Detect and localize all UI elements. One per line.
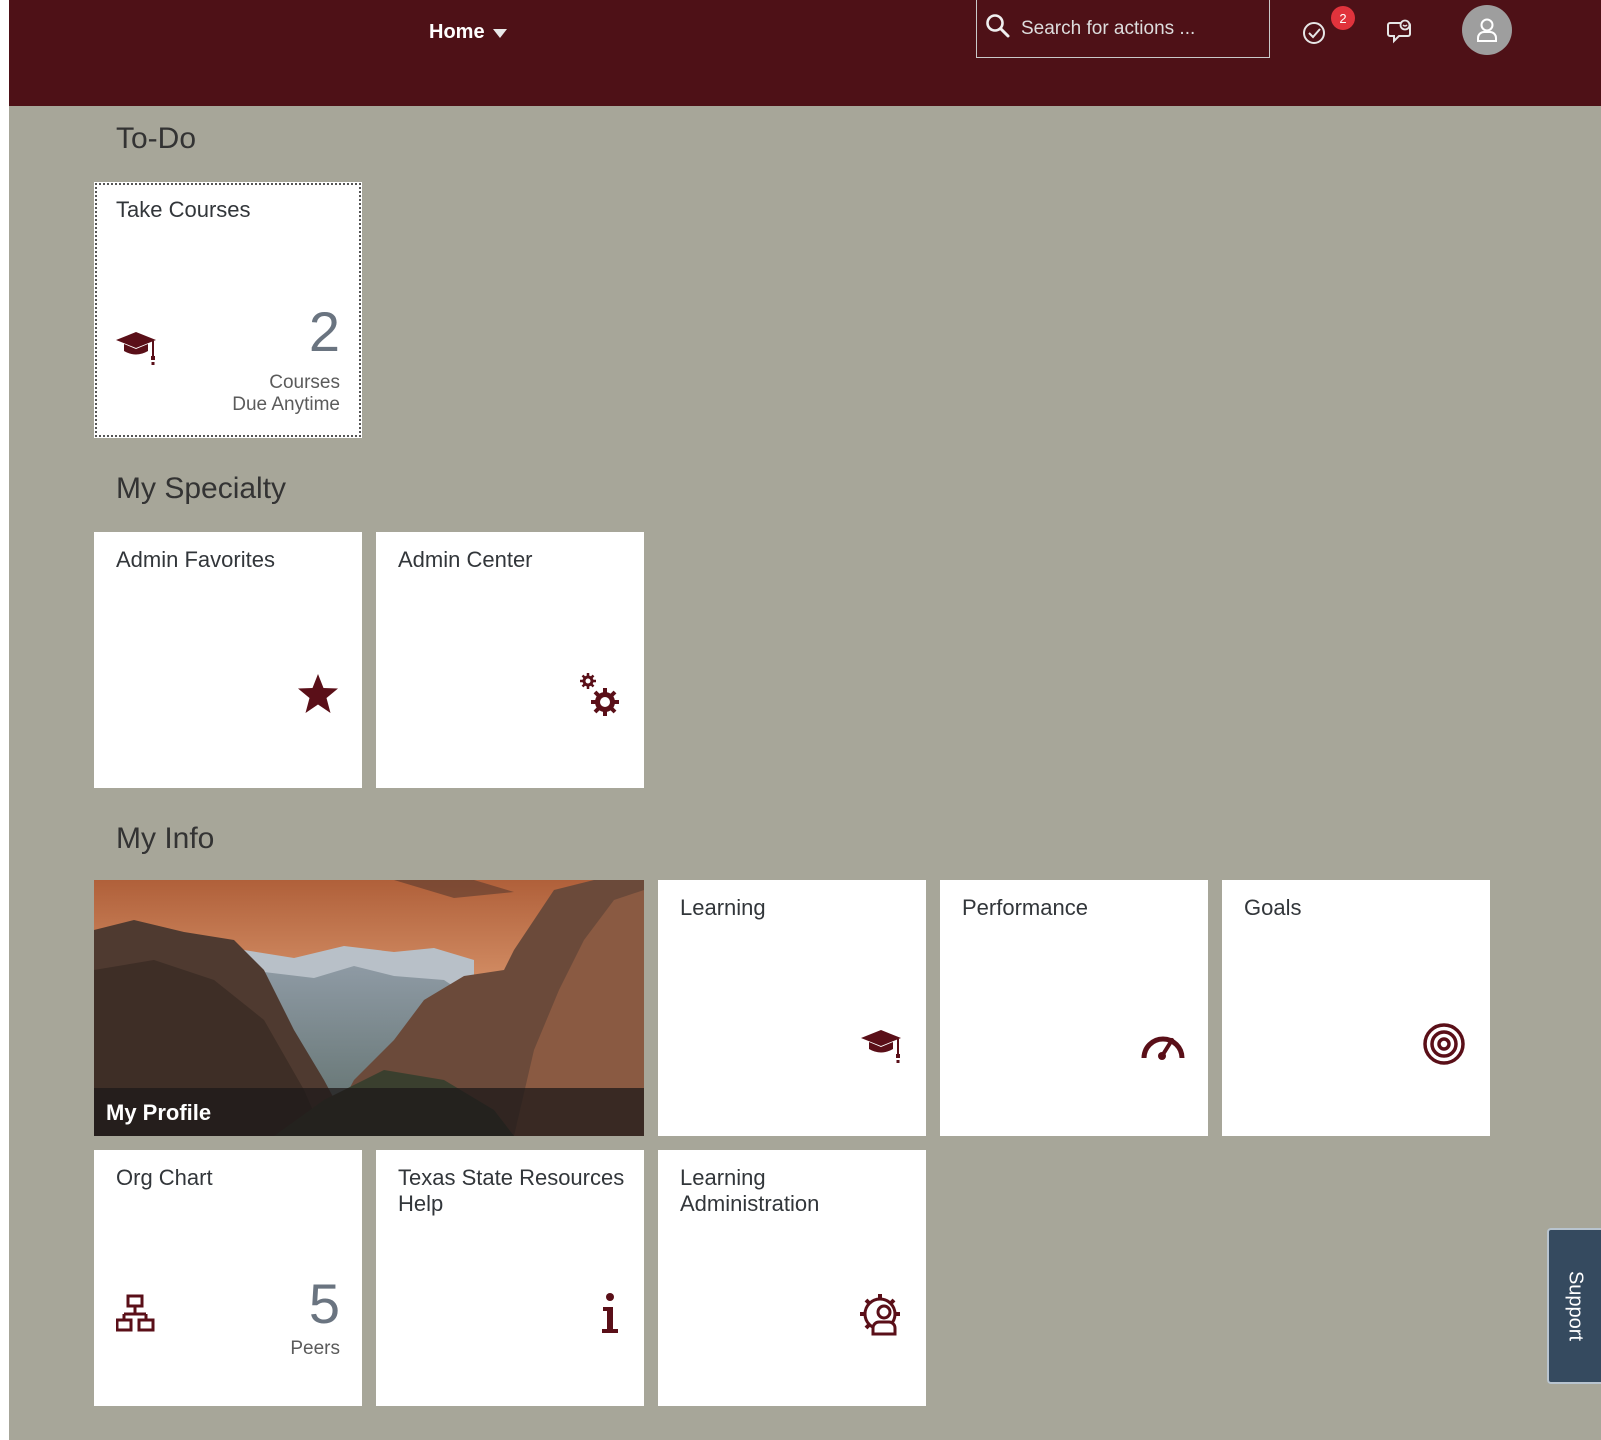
tile-admin-center[interactable]: Admin Center [376,532,644,788]
tile-title: Learning Administration [680,1165,820,1216]
gear-person-icon [858,1292,904,1343]
notifications-button[interactable] [1299,14,1333,48]
info-icon [600,1292,620,1341]
chat-bubble-icon [1387,19,1411,44]
org-chart-icon [115,1294,156,1339]
search-icon[interactable] [985,13,1011,44]
home-menu-button[interactable]: Home [429,18,507,46]
graduation-cap-icon [861,1028,903,1069]
tile-subtitle-1: Courses [269,372,340,393]
tile-admin-favorites[interactable]: Admin Favorites [94,532,362,788]
section-title-my-info: My Info [116,822,215,855]
tile-learning-administration[interactable]: Learning Administration [658,1150,926,1406]
user-icon [1477,18,1497,42]
tile-texas-state-resources-help[interactable]: Texas State Resources Help [376,1150,644,1406]
app-shell: Home 2 [9,0,1601,1440]
tile-title: My Profile [106,1100,212,1125]
tile-org-chart[interactable]: Org Chart 5 Peers [94,1150,362,1406]
chevron-down-icon [492,28,507,38]
user-avatar[interactable] [1462,5,1512,55]
tile-subtitle-1: Peers [290,1338,340,1359]
search-box[interactable] [976,0,1270,58]
tile-title: Learning [680,895,766,920]
tile-caption-bar: My Profile [94,1088,644,1136]
tile-take-courses[interactable]: Take Courses 2 Courses Due Anytime [94,182,362,438]
tile-title: Goals [1244,895,1302,920]
tile-my-profile[interactable]: My Profile [94,880,644,1136]
section-title-todo: To-Do [116,122,197,155]
target-icon [1422,1022,1466,1071]
support-button[interactable]: Support [1547,1228,1601,1384]
graduation-cap-icon [116,330,158,371]
tile-title: Texas State Resources Help [398,1165,625,1216]
star-icon [296,672,340,721]
tile-number: 2 [308,300,340,363]
support-label: Support [1564,1270,1587,1342]
feedback-button[interactable] [1385,14,1419,48]
tile-title: Admin Center [398,547,533,572]
tile-title: Take Courses [116,197,251,222]
tile-subtitle-2: Due Anytime [232,394,340,415]
tile-learning[interactable]: Learning [658,880,926,1136]
speedometer-icon [1140,1026,1186,1067]
search-input[interactable] [1019,16,1263,41]
tile-title: Admin Favorites [116,547,275,572]
home-menu-label: Home [429,20,485,43]
checkmark-circle-icon [1303,22,1325,44]
tile-title: Org Chart [116,1165,213,1190]
notification-badge: 2 [1331,6,1355,30]
tile-performance[interactable]: Performance [940,880,1208,1136]
shell-header: Home 2 [9,0,1601,106]
tile-goals[interactable]: Goals [1222,880,1490,1136]
tile-title: Performance [962,895,1088,920]
section-title-my-specialty: My Specialty [116,472,287,505]
tile-number: 5 [308,1272,340,1335]
gears-icon [578,672,624,723]
